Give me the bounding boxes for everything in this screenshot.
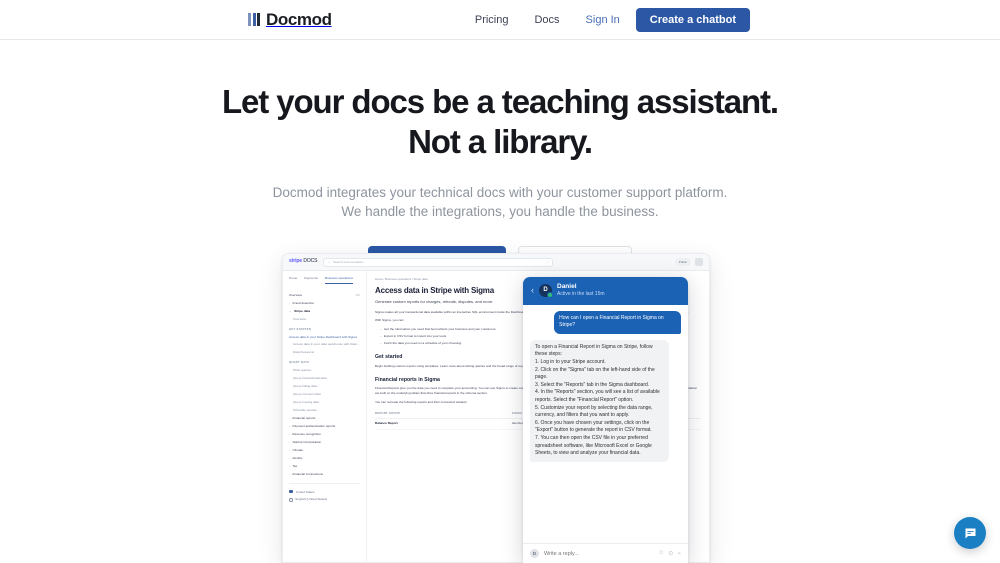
- composer-tools: ☺ ⊙ ⌁: [658, 550, 681, 557]
- sidebar-link-data-thesaurus[interactable]: Data thesaurus: [289, 349, 360, 357]
- chat-composer: D ☺ ⊙ ⌁: [523, 543, 688, 563]
- nav-links: Pricing Docs Sign In Create a chatbot: [462, 0, 750, 40]
- gif-icon[interactable]: ⊙: [668, 550, 673, 557]
- sidebar-item-climate[interactable]: Climate: [289, 446, 360, 454]
- page-title: Let your docs be a teaching assistant. N…: [0, 82, 1000, 163]
- headline-line-1: Let your docs be a teaching assistant.: [221, 83, 779, 120]
- chat-agent-status: Active in the last 15m: [557, 291, 605, 298]
- sidebar-item-fraud-detection[interactable]: Fraud detection: [289, 300, 360, 308]
- sidebar-item-tax[interactable]: Tax: [289, 462, 360, 470]
- sidebar-item-identity[interactable]: Identity: [289, 454, 360, 462]
- nav-create-chatbot-button[interactable]: Create a chatbot: [635, 8, 750, 32]
- visibility-badge: Public: [674, 258, 691, 266]
- table-cell-report-group: Balance Report: [375, 418, 512, 430]
- hero-subtitle: Docmod integrates your technical docs wi…: [0, 185, 1000, 221]
- search-shortcut-hint: /: [547, 259, 549, 264]
- chat-bubble-icon: [965, 528, 975, 538]
- sidebar-overview-row[interactable]: Overview ⌘K: [289, 292, 360, 300]
- sidebar-link-sigma-dashboard[interactable]: Access data in your Stripe Dashboard wit…: [289, 333, 360, 340]
- brand-logo[interactable]: Docmod: [248, 10, 332, 30]
- language-label: English (United States): [295, 497, 328, 502]
- sidebar-item-payment-authentication-reports[interactable]: Payment authentication reports: [289, 422, 360, 430]
- chat-agent-info: Daniel Active in the last 15m: [557, 283, 605, 298]
- composer-avatar: D: [530, 549, 539, 558]
- globe-icon: [289, 498, 293, 502]
- flag-icon: [289, 490, 293, 494]
- nav-link-docs[interactable]: Docs: [521, 14, 572, 26]
- table-header-report-group: REPORT GROUP: [375, 409, 512, 419]
- emoji-icon[interactable]: ☺: [658, 550, 664, 557]
- logo-bars-icon: [248, 13, 260, 26]
- nav-link-pricing[interactable]: Pricing: [462, 14, 522, 26]
- sidebar-caption-get-started: GET STARTED: [289, 327, 312, 331]
- avatar: D: [539, 283, 553, 298]
- sidebar-item-stripe-data-overview[interactable]: Overview: [289, 316, 360, 324]
- menu-icon[interactable]: [695, 258, 703, 266]
- nav-link-sign-in[interactable]: Sign In: [573, 14, 636, 26]
- country-label: United States: [296, 489, 315, 494]
- chevron-left-icon[interactable]: ‹: [531, 285, 534, 295]
- docs-wordmark: DOCS: [303, 258, 318, 265]
- chat-message-list: How can I open a Financial Report in Sig…: [523, 304, 688, 543]
- stripe-docs-logo[interactable]: stripe DOCS: [289, 258, 317, 266]
- sidebar-item-query-issuing-data[interactable]: Query Issuing data: [289, 398, 360, 406]
- tab-business-operations[interactable]: Business operations: [325, 276, 353, 284]
- chat-agent-name: Daniel: [557, 283, 577, 290]
- sidebar-item-query-transactional-data[interactable]: Query transactional data: [289, 374, 360, 382]
- chat-message-user: How can I open a Financial Report in Sig…: [554, 310, 681, 334]
- chat-header: ‹ D Daniel Active in the last 15m: [523, 277, 688, 305]
- sidebar-item-write-queries[interactable]: Write queries: [289, 366, 360, 374]
- subtitle-line-1: Docmod integrates your technical docs wi…: [272, 184, 728, 200]
- docs-tabs: Home Payments Business operations: [289, 276, 360, 287]
- search-icon: ⌕: [328, 259, 331, 264]
- sidebar-item-query-billing-data[interactable]: Query billing data: [289, 382, 360, 390]
- brand-name: Docmod: [266, 9, 332, 29]
- sidebar-item-startup-incorporation[interactable]: Startup incorporation: [289, 438, 360, 446]
- docs-top-bar: stripe DOCS ⌕ Search documentation... / …: [283, 254, 709, 271]
- hero-section: Let your docs be a teaching assistant. N…: [0, 40, 1000, 278]
- docs-bar-right: Public: [674, 258, 703, 266]
- sidebar-divider: [289, 482, 360, 484]
- sidebar-link-data-pipeline[interactable]: Access data in your data warehouse with …: [289, 341, 360, 349]
- attachment-icon[interactable]: ⌁: [677, 550, 681, 557]
- sidebar-item-query-connect-data[interactable]: Query Connect data: [289, 390, 360, 398]
- sidebar-caption-query-data: QUERY DATA: [289, 360, 310, 364]
- chat-message-bot: To open a Financial Report in Sigma on S…: [530, 339, 669, 462]
- sidebar-item-financial-reports[interactable]: Financial reports: [289, 414, 360, 422]
- country-selector[interactable]: United States: [289, 488, 360, 496]
- docs-sidebar[interactable]: Home Payments Business operations Overvi…: [283, 271, 367, 562]
- sidebar-item-financial-connections[interactable]: Financial Connections: [289, 470, 360, 478]
- headline-line-2: Not a library.: [408, 123, 593, 161]
- search-placeholder: Search documentation...: [333, 259, 366, 264]
- language-selector[interactable]: English (United States): [289, 496, 360, 504]
- sidebar-item-stripe-data[interactable]: Stripe data: [289, 308, 360, 316]
- docs-search-input[interactable]: ⌕ Search documentation... /: [323, 257, 554, 267]
- sidebar-item-overview[interactable]: Overview: [289, 292, 302, 300]
- top-navigation: Docmod Pricing Docs Sign In Create a cha…: [0, 0, 1000, 40]
- tab-payments[interactable]: Payments: [304, 276, 318, 284]
- sidebar-shortcut-hint: ⌘K: [355, 293, 360, 297]
- chat-widget: ‹ D Daniel Active in the last 15m How ca…: [523, 277, 688, 563]
- sidebar-item-revenue-recognition[interactable]: Revenue recognition: [289, 430, 360, 438]
- chat-launcher-button[interactable]: [954, 517, 986, 549]
- chat-reply-input[interactable]: [544, 550, 654, 557]
- tab-home[interactable]: Home: [289, 276, 297, 284]
- sidebar-item-schedule-queries[interactable]: Schedule queries: [289, 406, 360, 414]
- stripe-wordmark: stripe: [289, 258, 303, 265]
- subtitle-line-2: We handle the integrations, you handle t…: [341, 203, 659, 219]
